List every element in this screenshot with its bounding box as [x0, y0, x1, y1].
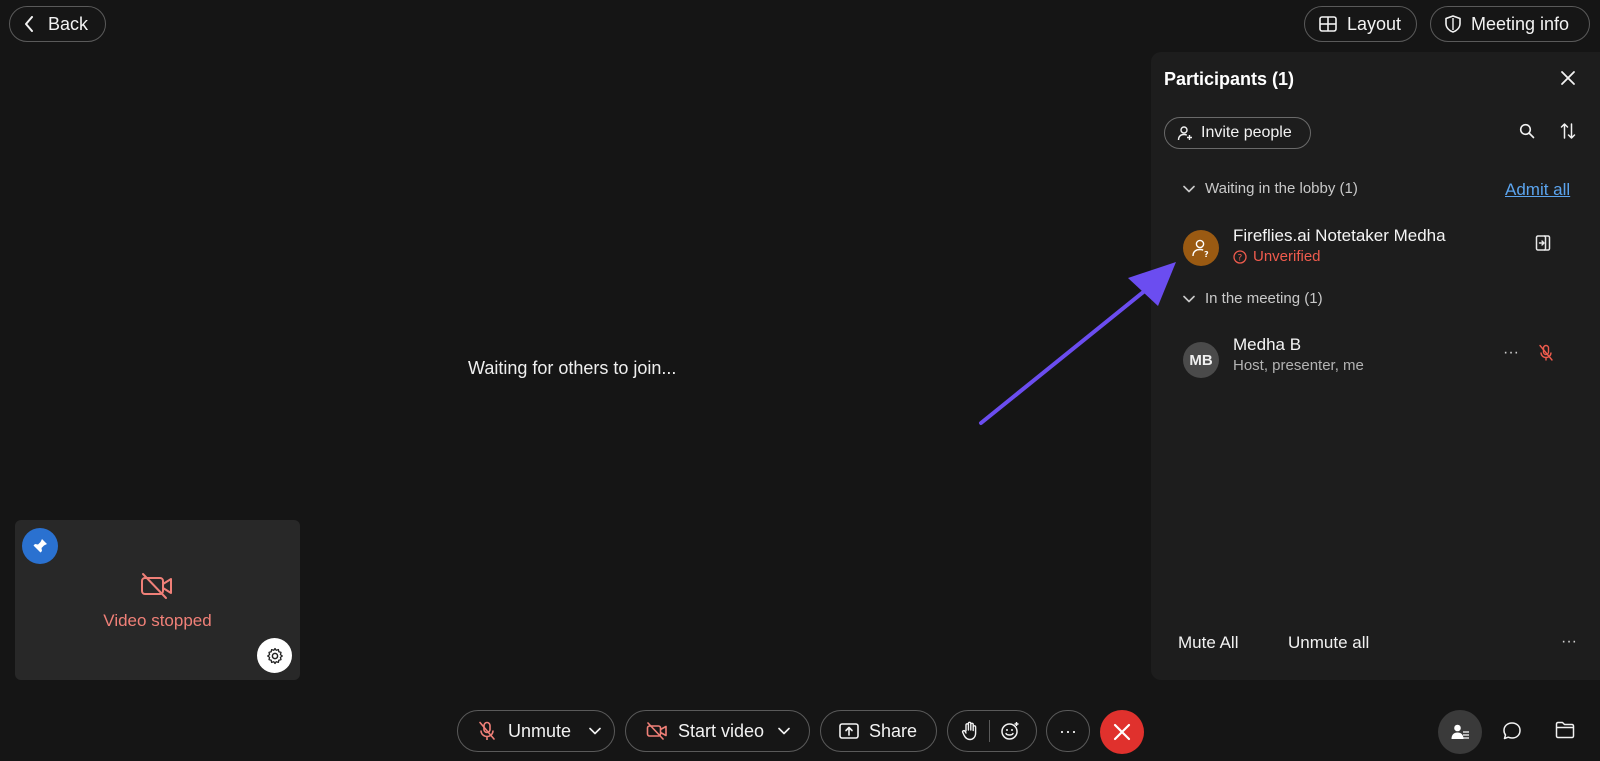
participant-roles: Host, presenter, me [1233, 357, 1364, 374]
sort-icon[interactable] [1560, 122, 1576, 140]
guest-avatar-icon: ? [1183, 230, 1219, 266]
add-person-icon [1177, 125, 1193, 141]
video-off-icon [140, 572, 174, 600]
leave-meeting-button[interactable] [1100, 710, 1144, 754]
meeting-heading: In the meeting (1) [1205, 290, 1323, 307]
unverified-label: Unverified [1253, 248, 1321, 265]
participants-panel: Participants (1) Invite people Waiting i… [1151, 52, 1600, 680]
svg-text:?: ? [1204, 250, 1209, 258]
lobby-heading: Waiting in the lobby (1) [1205, 180, 1358, 197]
panel-more-button[interactable]: ··· [1561, 633, 1577, 651]
admit-participant-icon[interactable] [1535, 234, 1551, 252]
admit-all-link[interactable]: Admit all [1505, 180, 1570, 200]
emoji-icon[interactable] [1000, 721, 1020, 741]
pin-icon[interactable] [22, 528, 58, 564]
reactions-group [947, 710, 1037, 752]
video-stopped-label: Video stopped [103, 611, 212, 630]
start-video-label: Start video [678, 720, 765, 741]
layout-label: Layout [1347, 13, 1402, 34]
divider [989, 720, 990, 742]
chat-icon[interactable] [1502, 721, 1522, 741]
back-button[interactable]: Back [9, 6, 106, 42]
share-button[interactable]: Share [820, 710, 937, 752]
chevron-down-icon [1183, 295, 1195, 303]
close-icon[interactable] [1560, 70, 1576, 86]
share-screen-icon [839, 723, 859, 739]
search-icon[interactable] [1519, 123, 1535, 139]
meeting-info-label: Meeting info [1471, 13, 1570, 34]
layout-button[interactable]: Layout [1304, 6, 1417, 42]
warning-icon: ? [1233, 249, 1247, 264]
invite-label: Invite people [1201, 124, 1292, 141]
back-label: Back [48, 13, 89, 34]
meeting-section-toggle[interactable]: In the meeting (1) [1183, 290, 1323, 307]
meeting-info-button[interactable]: Meeting info [1430, 6, 1590, 42]
participants-toggle-button[interactable] [1438, 710, 1482, 754]
start-video-button[interactable]: Start video [625, 710, 810, 752]
unmute-all-button[interactable]: Unmute all [1288, 633, 1369, 653]
mic-muted-icon[interactable] [1538, 344, 1554, 362]
video-settings-button[interactable] [257, 638, 292, 673]
mute-all-button[interactable]: Mute All [1178, 633, 1238, 653]
share-label: Share [869, 720, 918, 741]
unmute-button[interactable]: Unmute [457, 710, 615, 752]
invite-people-button[interactable]: Invite people [1164, 117, 1311, 149]
avatar: MB [1183, 342, 1219, 378]
svg-text:?: ? [1238, 253, 1243, 263]
folder-icon[interactable] [1555, 721, 1575, 739]
more-options-button[interactable]: ··· [1046, 710, 1090, 752]
lobby-section-toggle[interactable]: Waiting in the lobby (1) [1183, 180, 1358, 197]
participants-icon [1451, 724, 1469, 739]
participant-more-button[interactable]: ··· [1503, 344, 1519, 362]
panel-title: Participants (1) [1164, 69, 1295, 89]
self-view-tile: Video stopped [15, 520, 300, 680]
video-off-icon [646, 722, 668, 740]
chevron-left-icon [24, 16, 34, 32]
chevron-down-icon[interactable] [778, 727, 790, 735]
gear-icon [266, 647, 283, 664]
shield-icon [1445, 15, 1461, 33]
unmute-label: Unmute [508, 720, 572, 741]
raise-hand-icon[interactable] [961, 721, 979, 741]
close-icon [1113, 723, 1131, 741]
unverified-status: ? Unverified [1233, 248, 1321, 265]
layout-icon [1319, 16, 1337, 32]
chevron-down-icon[interactable] [589, 727, 601, 735]
chevron-down-icon [1183, 185, 1195, 193]
lobby-participant-name: Fireflies.ai Notetaker Medha [1233, 226, 1446, 245]
meeting-participant-name: Medha B [1233, 335, 1302, 354]
waiting-message: Waiting for others to join... [468, 358, 677, 378]
mic-muted-icon [478, 721, 496, 741]
